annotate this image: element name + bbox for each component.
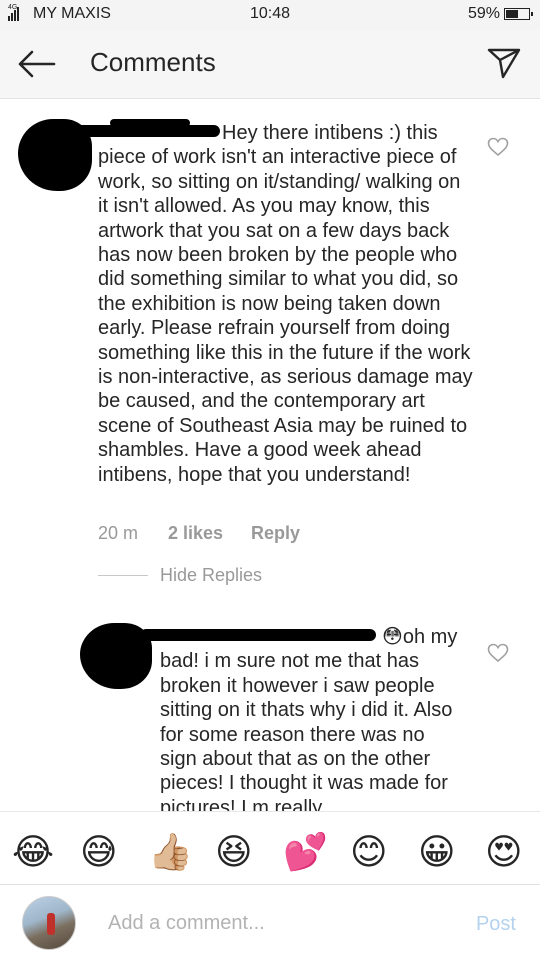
battery-percent: 59% — [467, 5, 500, 22]
comment-meta: 20 m 2 likes Reply — [98, 523, 300, 544]
emoji-joy[interactable]: 😂 — [12, 830, 54, 874]
hide-replies-toggle[interactable]: Hide Replies — [98, 565, 262, 586]
likes-count-link[interactable]: 2 likes — [168, 523, 251, 544]
emoji-quick-bar: 😂 😅 👍🏼 😆 💕 😊 😀 😍 — [0, 811, 540, 892]
page-title: Comments — [90, 47, 216, 77]
comment-time: 20 m — [98, 523, 139, 543]
status-right: 59% — [467, 5, 533, 23]
user-avatar — [22, 896, 76, 950]
emoji-two-hearts[interactable]: 💕 — [283, 830, 328, 874]
like-heart-icon[interactable] — [487, 137, 509, 157]
direct-send-icon[interactable] — [486, 45, 522, 81]
status-time: 10:48 — [249, 5, 291, 22]
emoji-laughing[interactable]: 😆 — [215, 830, 253, 874]
reply-comment: 😳oh my bad! i m sure not me that has bro… — [0, 609, 540, 811]
hide-replies-label: Hide Replies — [160, 565, 263, 585]
divider-line — [98, 575, 148, 576]
battery-icon — [504, 8, 533, 20]
battery-level — [506, 10, 519, 18]
comments-list[interactable]: Hey there intibens :) this piece of work… — [0, 99, 540, 811]
comment-text: Hey there intibens :) this piece of work… — [98, 122, 473, 486]
comment-input-bar: Post — [0, 884, 540, 961]
status-bar: 4G MY MAXIS 10:48 59% — [0, 0, 540, 30]
header: Comments — [0, 30, 540, 99]
emoji-blush[interactable]: 😊 — [350, 830, 388, 874]
comment-input[interactable] — [108, 909, 438, 937]
avatar-figure — [47, 913, 55, 935]
reply-text: 😳oh my bad! i m sure not me that has bro… — [160, 626, 458, 811]
back-arrow-icon[interactable] — [16, 48, 56, 80]
comment: Hey there intibens :) this piece of work… — [0, 99, 540, 559]
emoji-heart-eyes[interactable]: 😍 — [485, 830, 523, 874]
emoji-sweat-smile[interactable]: 😅 — [80, 830, 118, 874]
like-heart-icon[interactable] — [487, 643, 509, 663]
reply-link[interactable]: Reply — [251, 523, 300, 544]
post-button[interactable]: Post — [476, 913, 516, 936]
emoji-thumbs-up[interactable]: 👍🏼 — [148, 830, 193, 874]
emoji-grinning[interactable]: 😀 — [418, 830, 456, 874]
